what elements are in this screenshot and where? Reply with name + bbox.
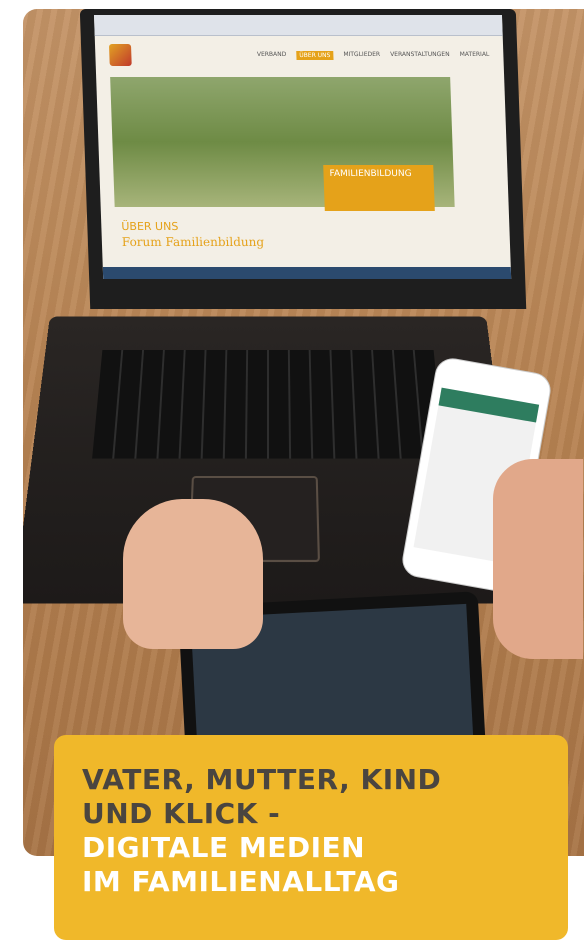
nav-item: MITGLIEDER	[343, 50, 381, 58]
nav-item: MATERIAL	[459, 50, 490, 58]
page-subheading: Forum Familienbildung	[121, 235, 265, 249]
hero-tag: FAMILIENBILDUNG	[323, 165, 435, 211]
nav-item: VERANSTALTUNGEN	[390, 50, 450, 58]
site-nav: VERBAND ÜBER UNS MITGLIEDER VERANSTALTUN…	[256, 50, 490, 60]
child-hand	[123, 499, 263, 649]
website-header: VERBAND ÜBER UNS MITGLIEDER VERANSTALTUN…	[95, 36, 504, 74]
nav-item-active: ÜBER UNS	[296, 50, 334, 60]
title-line-1: VATER, MUTTER, KIND	[82, 763, 442, 796]
nav-item: VERBAND	[256, 50, 287, 58]
browser-toolbar	[93, 15, 503, 36]
laptop-screen: VERBAND ÜBER UNS MITGLIEDER VERANSTALTUN…	[79, 9, 527, 309]
subtitle-line-2: IM FAMILIENALLTAG	[82, 865, 400, 898]
adult-hand	[493, 459, 583, 659]
site-logo	[108, 44, 132, 66]
subtitle-line-1: DIGITALE MEDIEN	[82, 831, 366, 864]
chat-app-header	[438, 387, 540, 423]
page-heading: ÜBER UNS	[121, 220, 179, 233]
title-line-2: UND KLICK -	[82, 797, 281, 830]
laptop-display: VERBAND ÜBER UNS MITGLIEDER VERANSTALTUN…	[93, 15, 512, 279]
title-banner: VATER, MUTTER, KIND UND KLICK - DIGITALE…	[54, 735, 568, 940]
windows-taskbar	[102, 267, 512, 279]
keyboard	[92, 349, 444, 459]
cover-photo: VERBAND ÜBER UNS MITGLIEDER VERANSTALTUN…	[23, 9, 584, 856]
